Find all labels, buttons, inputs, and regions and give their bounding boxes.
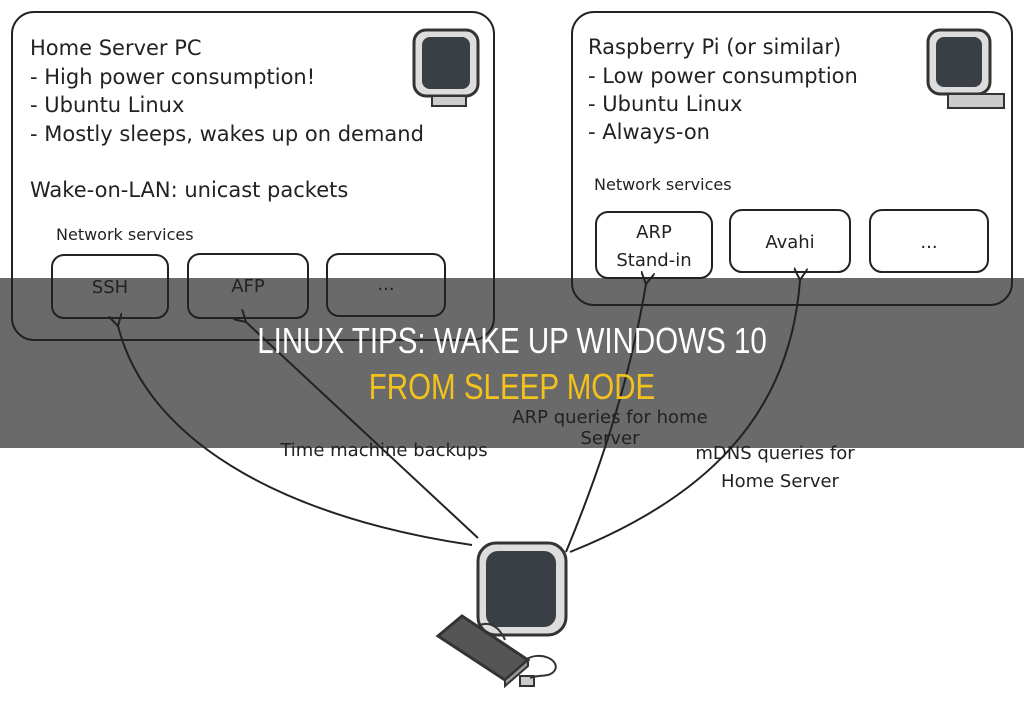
home-line: - Ubuntu Linux xyxy=(30,93,184,117)
services-label: Network services xyxy=(594,175,732,194)
afp-label: AFP xyxy=(231,276,265,297)
time-machine-label: Time machine backups xyxy=(279,440,487,461)
home-line: - High power consumption! xyxy=(30,65,315,89)
services-label: Network services xyxy=(56,225,194,244)
more-label: ... xyxy=(377,274,394,295)
pi-line: - Low power consumption xyxy=(588,64,858,88)
title-line-2: FROM SLEEP MODE xyxy=(368,366,656,407)
ssh-label: SSH xyxy=(92,277,128,298)
avahi-label: Avahi xyxy=(765,232,814,253)
arp-edge-label: Server xyxy=(580,428,640,449)
standin-label: Stand-in xyxy=(616,250,691,271)
pi-line: - Ubuntu Linux xyxy=(588,92,742,116)
pi-line: - Always-on xyxy=(588,120,710,144)
arp-label: ARP xyxy=(636,222,672,243)
arp-edge-label: ARP queries for home xyxy=(512,407,707,428)
wol-label: Wake-on-LAN: unicast packets xyxy=(30,178,348,202)
title-line-1: LINUX TIPS: WAKE UP WINDOWS 10 xyxy=(257,320,767,361)
computer-icon xyxy=(476,541,568,637)
mdns-edge-label: mDNS queries for xyxy=(695,443,855,464)
home-title: Home Server PC xyxy=(30,36,202,60)
pi-title: Raspberry Pi (or similar) xyxy=(588,35,841,59)
monitor-icon xyxy=(926,28,1005,109)
home-line: - Mostly sleeps, wakes up on demand xyxy=(30,122,424,146)
more-label: ... xyxy=(920,232,937,253)
monitor-icon xyxy=(412,28,480,107)
mdns-edge-label: Home Server xyxy=(721,471,840,492)
